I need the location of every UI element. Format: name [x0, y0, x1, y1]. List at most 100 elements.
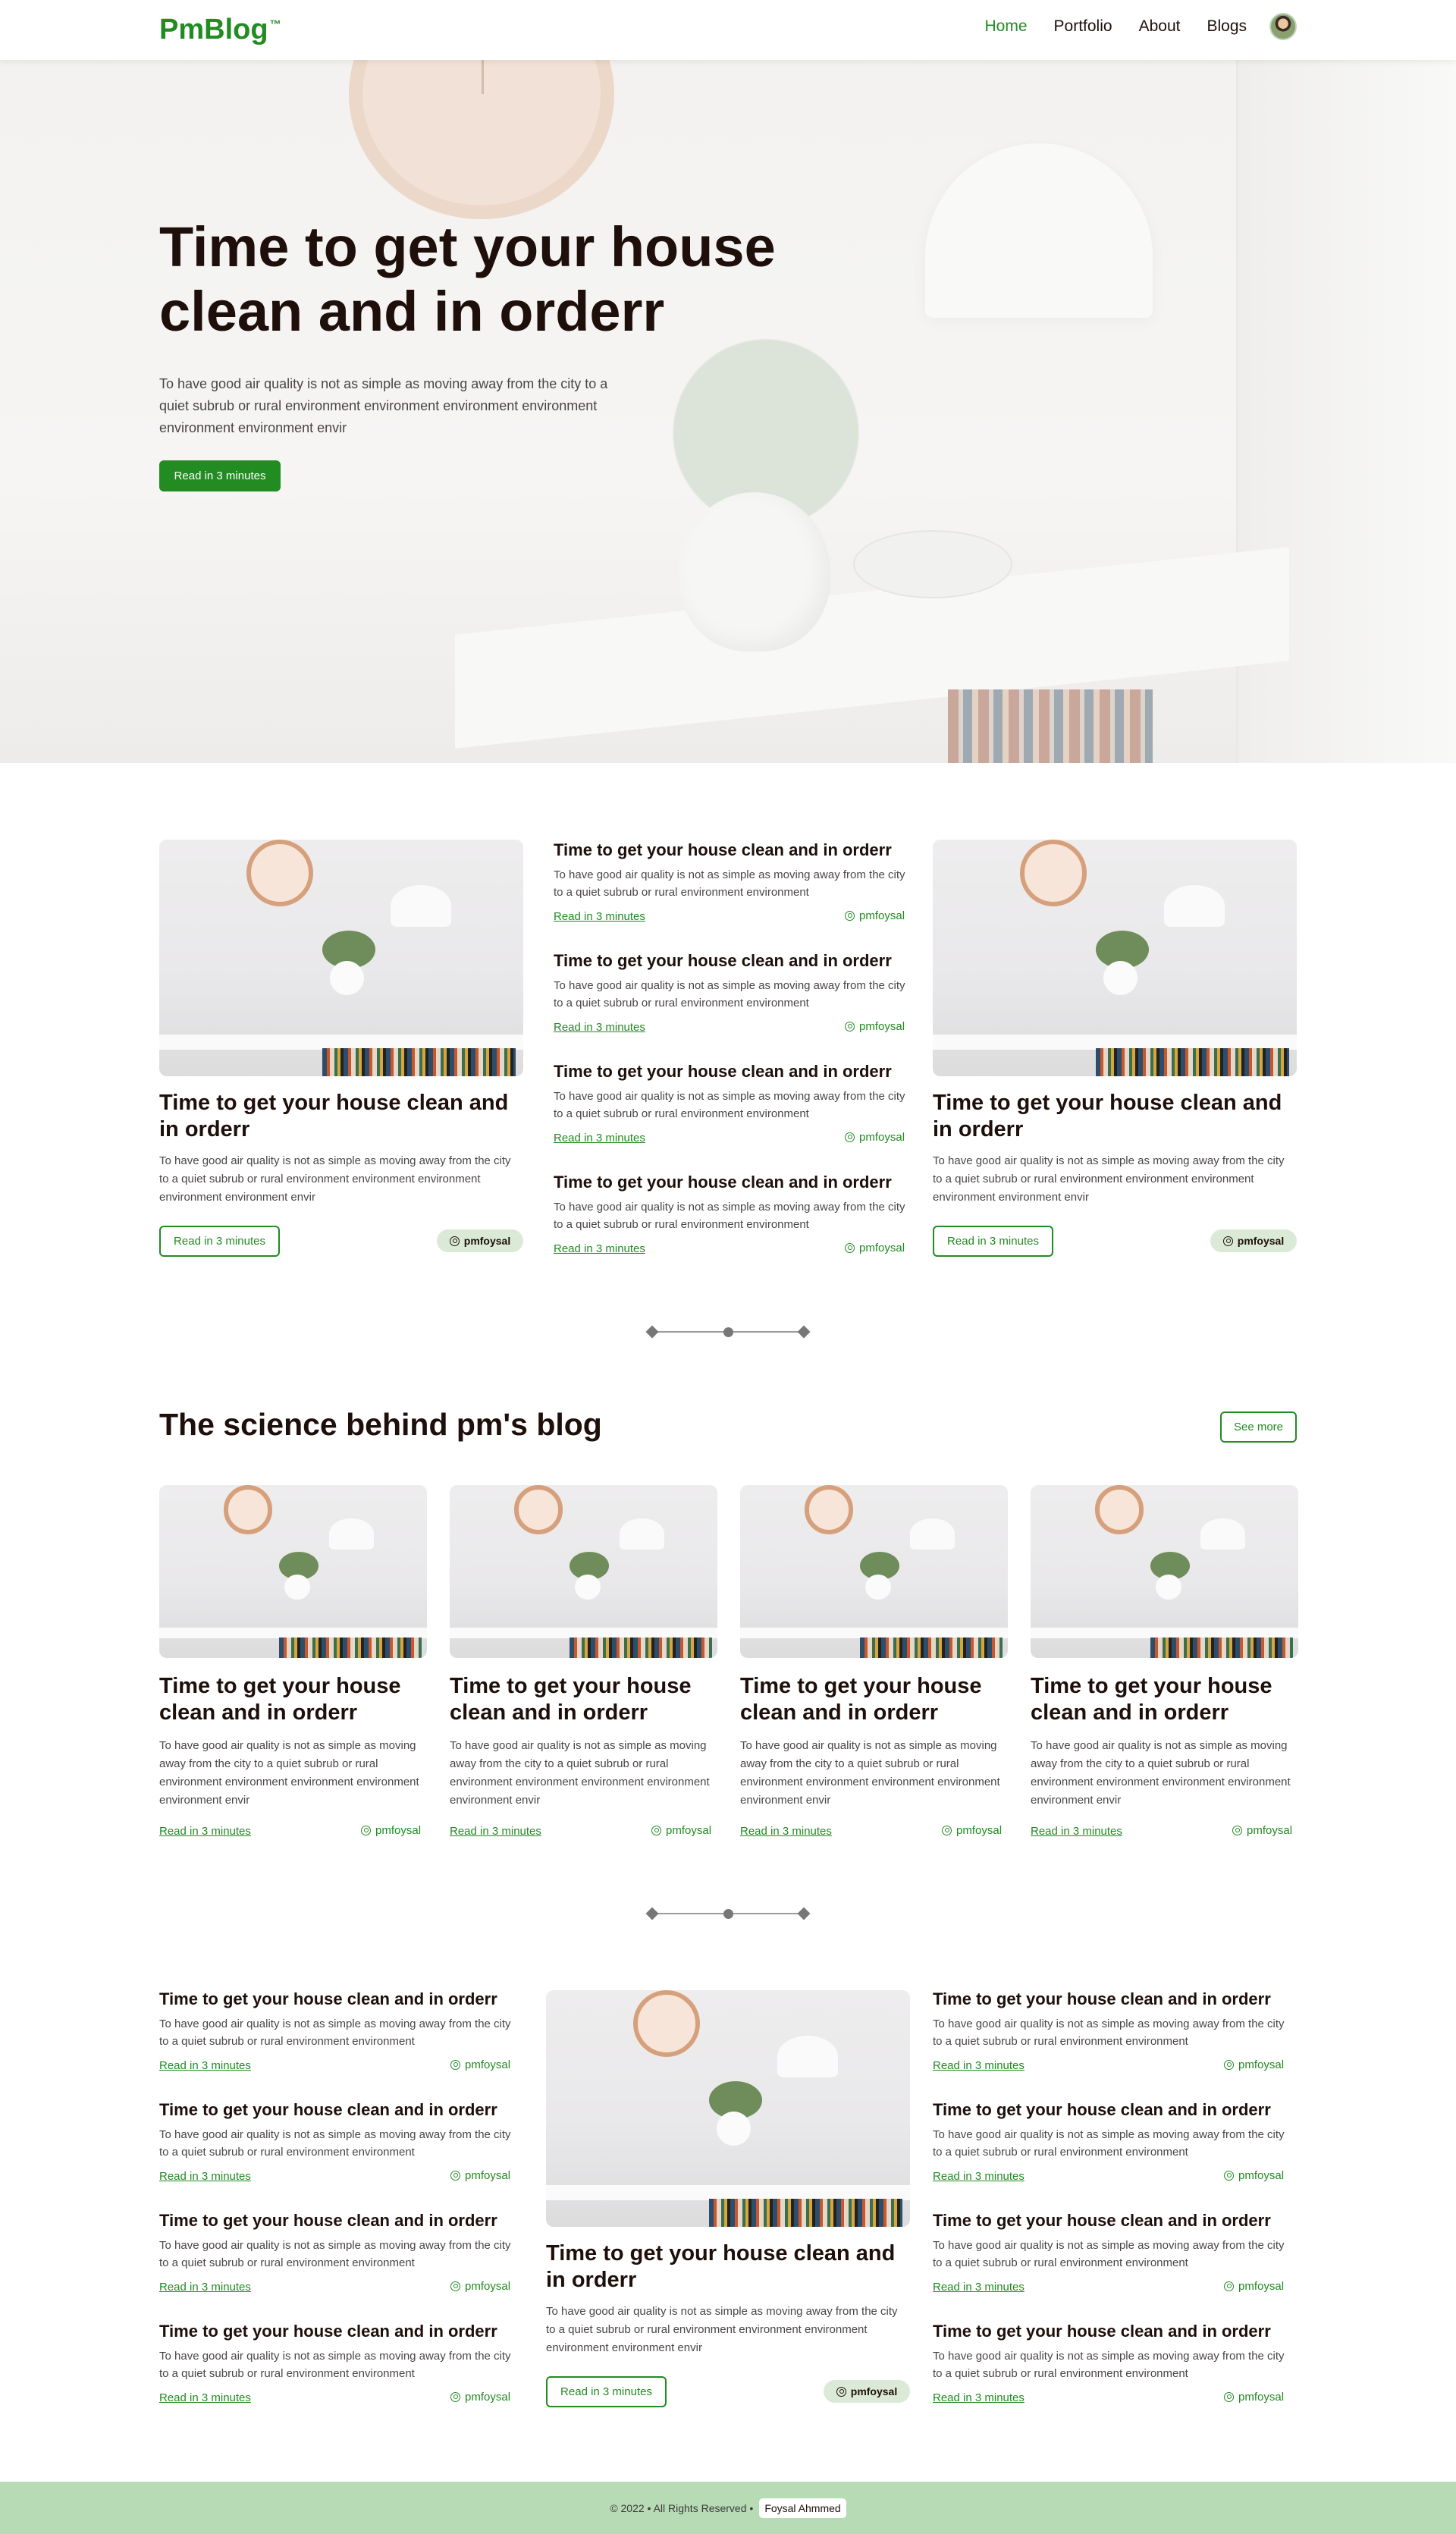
clock-illustration: [513, 1485, 563, 1534]
featured2-right-item-author[interactable]: pmfoysal: [1224, 2058, 1284, 2071]
user-circle-icon: [449, 1236, 460, 1246]
author-name: pmfoysal: [465, 2169, 511, 2182]
featured1-right-card-author[interactable]: pmfoysal: [1210, 1229, 1297, 1252]
hero-books-illustration: [948, 689, 1153, 763]
featured2-right-item-author[interactable]: pmfoysal: [1224, 2391, 1284, 2404]
footer-author-link[interactable]: Foysal Ahmmed: [759, 2498, 846, 2518]
featured1-middle-item-read-link[interactable]: Read in 3 minutes: [554, 1132, 645, 1145]
featured1-middle-item-read-link[interactable]: Read in 3 minutes: [554, 1021, 645, 1034]
featured1-middle-item-author[interactable]: pmfoysal: [845, 1020, 905, 1033]
hero-pot-illustration: [679, 492, 830, 652]
user-circle-icon: [651, 1826, 661, 1835]
featured2-center-card-read-button[interactable]: Read in 3 minutes: [546, 2376, 667, 2407]
featured1-left-card-author[interactable]: pmfoysal: [437, 1229, 523, 1252]
nav-home[interactable]: Home: [985, 17, 1028, 36]
featured2-right-item-description: To have good air quality is not as simpl…: [933, 2239, 1285, 2269]
science-card-read-link[interactable]: Read in 3 minutes: [450, 1825, 541, 1838]
hero-lamp-illustration: [925, 143, 1153, 318]
footer-copyright: © 2022 • All Rights Reserved •: [610, 2501, 754, 2514]
featured2-center-card-title: Time to get your house clean and in orde…: [546, 2241, 896, 2292]
featured2-center-card-image: [546, 1990, 910, 2227]
science-card-author[interactable]: pmfoysal: [942, 1824, 1002, 1837]
science-card-read-link[interactable]: Read in 3 minutes: [1031, 1825, 1122, 1838]
pot-illustration: [575, 1574, 601, 1600]
featured1-middle-item-title: Time to get your house clean and in orde…: [554, 951, 892, 970]
lamp-illustration: [1200, 1518, 1246, 1550]
featured2-left-item-author[interactable]: pmfoysal: [450, 2058, 510, 2071]
featured2-left-item-author[interactable]: pmfoysal: [450, 2169, 510, 2182]
featured2-right-item-title: Time to get your house clean and in orde…: [933, 2100, 1271, 2119]
nav-blogs[interactable]: Blogs: [1207, 17, 1247, 36]
featured2-center-card-author[interactable]: pmfoysal: [824, 2380, 910, 2403]
featured1-slider[interactable]: [645, 1324, 811, 1339]
science-slider[interactable]: [645, 1906, 811, 1921]
clock-illustration: [246, 840, 313, 906]
shelf-illustration: [933, 1035, 1297, 1050]
featured1-right-card-title: Time to get your house clean and in orde…: [933, 1091, 1282, 1141]
slider-dot[interactable]: [645, 1325, 659, 1339]
featured2-left-item-title: Time to get your house clean and in orde…: [159, 1989, 497, 2008]
featured2-right-item-title: Time to get your house clean and in orde…: [933, 2322, 1271, 2341]
featured2-left-item-author[interactable]: pmfoysal: [450, 2391, 510, 2404]
site-logo[interactable]: PmBlog ™: [159, 14, 281, 46]
slider-dot[interactable]: [797, 1907, 811, 1920]
featured2-right-item-read-link[interactable]: Read in 3 minutes: [933, 2170, 1025, 2183]
featured2-left-item-read-link[interactable]: Read in 3 minutes: [159, 2391, 251, 2404]
featured2-left-item-description: To have good air quality is not as simpl…: [159, 2128, 511, 2159]
featured1-middle-item-read-link[interactable]: Read in 3 minutes: [554, 1242, 645, 1255]
featured2-right-item-read-link[interactable]: Read in 3 minutes: [933, 2391, 1025, 2404]
nav-portfolio[interactable]: Portfolio: [1054, 17, 1112, 36]
author-name: pmfoysal: [465, 2391, 511, 2404]
featured2-right-item-read-link[interactable]: Read in 3 minutes: [933, 2281, 1025, 2294]
user-circle-icon: [845, 1132, 855, 1142]
science-card-author[interactable]: pmfoysal: [1232, 1824, 1292, 1837]
featured2-right-item-read-link[interactable]: Read in 3 minutes: [933, 2059, 1025, 2072]
featured2-right-item-title: Time to get your house clean and in orde…: [933, 2211, 1271, 2230]
books-illustration: [1150, 1637, 1293, 1658]
science-card-read-link[interactable]: Read in 3 minutes: [740, 1825, 832, 1838]
featured2-center-card-description: To have good air quality is not as simpl…: [546, 2305, 898, 2354]
featured1-right-card-read-button[interactable]: Read in 3 minutes: [933, 1226, 1053, 1257]
featured2-left-item-read-link[interactable]: Read in 3 minutes: [159, 2281, 251, 2294]
clock-illustration: [223, 1485, 273, 1534]
featured2-left-item-description: To have good air quality is not as simpl…: [159, 2350, 511, 2380]
science-card-image: [1031, 1485, 1298, 1658]
slider-dot[interactable]: [723, 1909, 733, 1919]
featured2-right-item-author[interactable]: pmfoysal: [1224, 2169, 1284, 2182]
science-card-title: Time to get your house clean and in orde…: [159, 1674, 401, 1725]
slider-dot[interactable]: [797, 1325, 811, 1339]
science-card-image: [740, 1485, 1008, 1658]
lamp-illustration: [777, 2036, 838, 2077]
user-circle-icon: [845, 1022, 855, 1031]
books-illustration: [1096, 1048, 1289, 1076]
featured1-middle-item-author[interactable]: pmfoysal: [845, 909, 905, 922]
slider-dot[interactable]: [645, 1907, 659, 1920]
featured2-left-item-read-link[interactable]: Read in 3 minutes: [159, 2059, 251, 2072]
author-name: pmfoysal: [859, 1131, 905, 1144]
slider-dot[interactable]: [723, 1327, 733, 1337]
hero-read-button[interactable]: Read in 3 minutes: [159, 460, 281, 491]
featured1-middle-item-author[interactable]: pmfoysal: [845, 1242, 905, 1254]
science-card-title: Time to get your house clean and in orde…: [740, 1674, 982, 1725]
user-avatar[interactable]: [1269, 13, 1297, 40]
featured1-middle-item-description: To have good air quality is not as simpl…: [554, 1090, 905, 1120]
user-circle-icon: [1224, 2281, 1234, 2291]
science-card-read-link[interactable]: Read in 3 minutes: [159, 1825, 251, 1838]
science-card-author[interactable]: pmfoysal: [651, 1824, 711, 1837]
see-more-button[interactable]: See more: [1220, 1411, 1297, 1443]
featured1-left-card-title: Time to get your house clean and in orde…: [159, 1091, 509, 1141]
author-name: pmfoysal: [1238, 2280, 1285, 2293]
featured1-middle-item-author[interactable]: pmfoysal: [845, 1131, 905, 1144]
nav-about[interactable]: About: [1139, 17, 1181, 36]
lamp-illustration: [620, 1518, 665, 1550]
featured2-right-item-author[interactable]: pmfoysal: [1224, 2280, 1284, 2293]
featured2-left-item-read-link[interactable]: Read in 3 minutes: [159, 2170, 251, 2183]
user-circle-icon: [450, 2281, 460, 2291]
science-card-author[interactable]: pmfoysal: [361, 1824, 421, 1837]
author-name: pmfoysal: [850, 2385, 898, 2397]
shelf-illustration: [159, 1035, 523, 1050]
featured1-middle-item-read-link[interactable]: Read in 3 minutes: [554, 910, 645, 923]
featured2-left-item-author[interactable]: pmfoysal: [450, 2280, 510, 2293]
shelf-illustration: [546, 2185, 910, 2200]
featured1-left-card-read-button[interactable]: Read in 3 minutes: [159, 1226, 280, 1257]
